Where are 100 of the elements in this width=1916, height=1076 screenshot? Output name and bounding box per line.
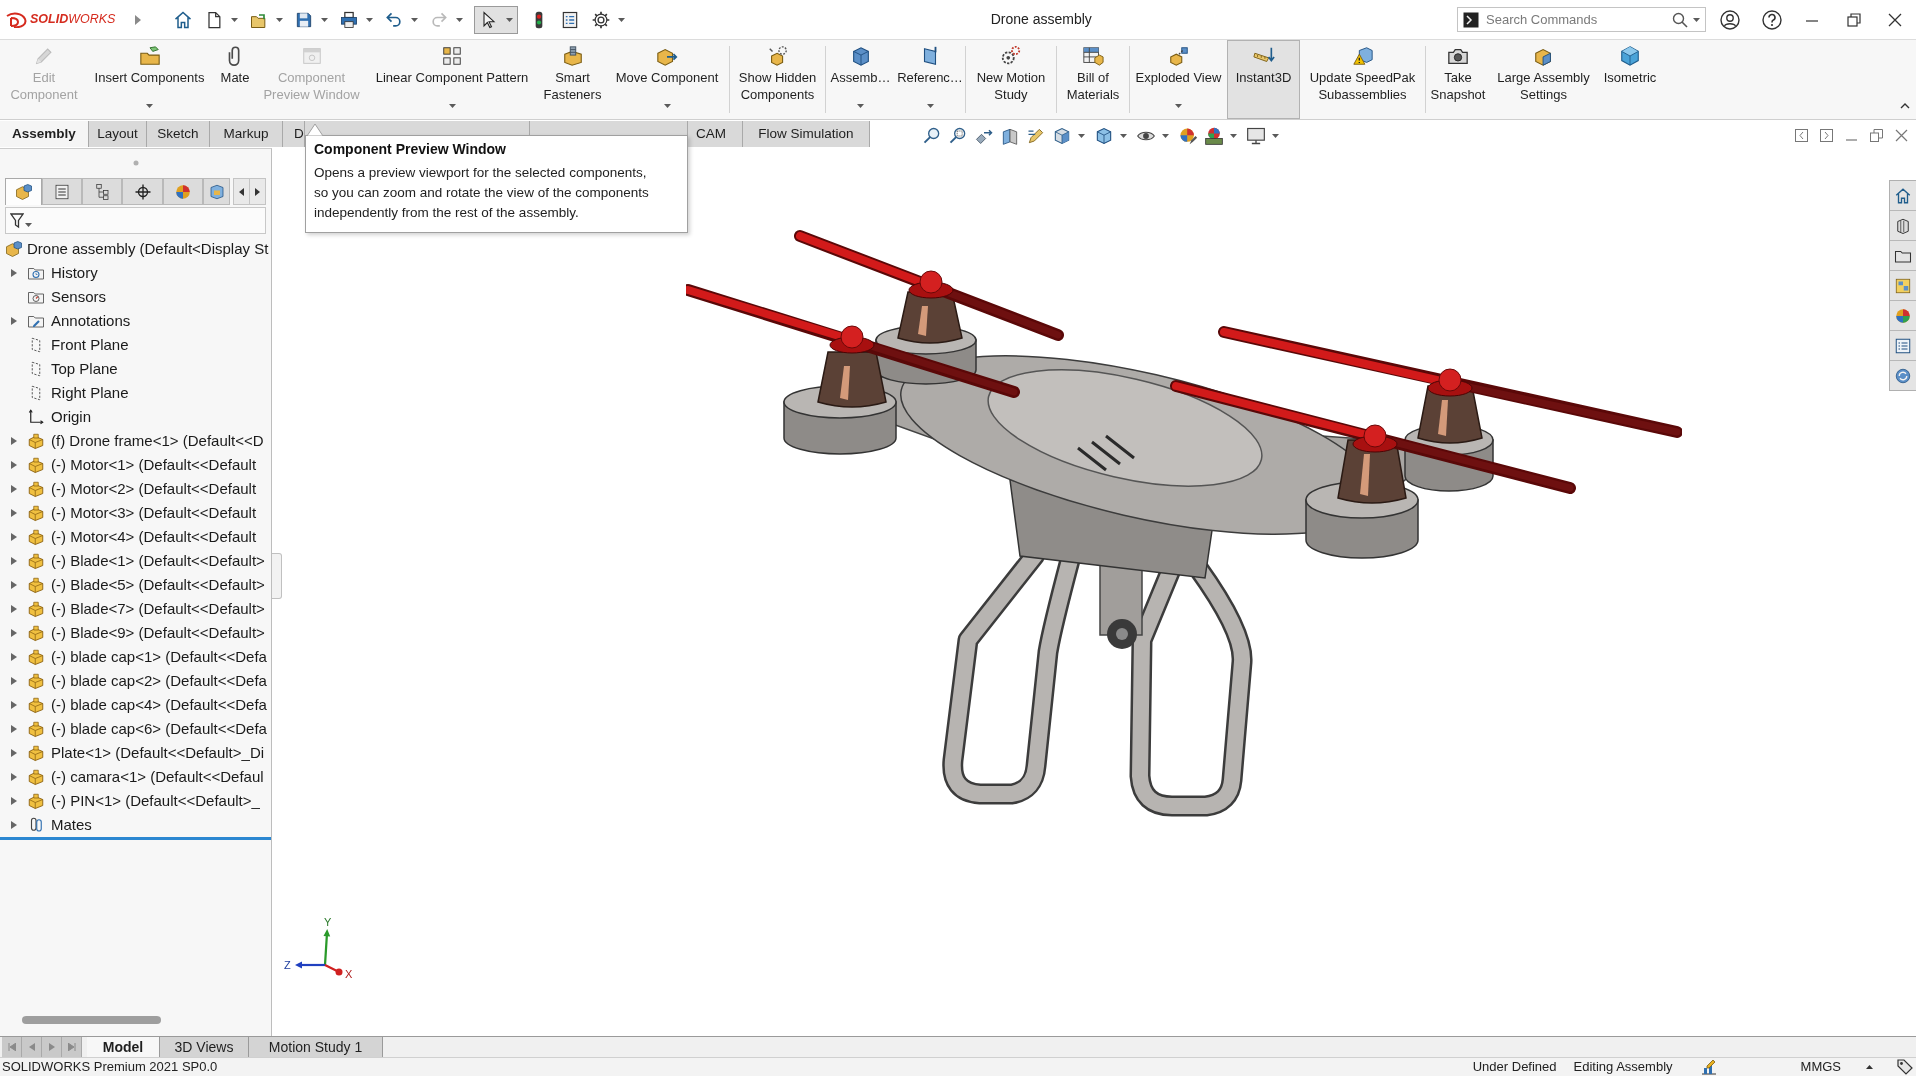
expand-arrow-icon[interactable] bbox=[11, 821, 17, 829]
palette-squares-icon[interactable] bbox=[1894, 276, 1912, 295]
scrollbar-thumb[interactable] bbox=[22, 1016, 161, 1024]
chevron-up-icon[interactable] bbox=[1900, 103, 1910, 109]
tree-item[interactable]: (-) blade cap<2> (Default<<Defa bbox=[0, 669, 271, 693]
command-button[interactable]: Referenc… bbox=[895, 40, 965, 119]
splitter-grip-icon[interactable] bbox=[132, 160, 139, 166]
panel-tab[interactable] bbox=[122, 178, 163, 205]
filter-field[interactable] bbox=[5, 207, 266, 234]
tree-item[interactable]: (-) PIN<1> (Default<<Default>_ bbox=[0, 789, 271, 813]
expand-arrow-icon[interactable] bbox=[11, 581, 17, 589]
shaded-cube-icon[interactable] bbox=[1094, 126, 1114, 146]
tree-item[interactable]: (-) camara<1> (Default<<Defaul bbox=[0, 765, 271, 789]
command-button[interactable]: Linear Component Pattern bbox=[364, 40, 540, 119]
caret-icon[interactable] bbox=[276, 17, 284, 22]
tab-scroll-button[interactable] bbox=[233, 178, 250, 205]
expand-arrow-icon[interactable] bbox=[11, 533, 17, 541]
pencil-lines-icon[interactable] bbox=[1026, 126, 1046, 146]
caret-icon[interactable] bbox=[411, 17, 419, 22]
tree-item[interactable]: Annotations bbox=[0, 309, 271, 333]
expand-arrow-icon[interactable] bbox=[11, 725, 17, 733]
tree-item[interactable]: (-) blade cap<4> (Default<<Defa bbox=[0, 693, 271, 717]
caret-icon[interactable] bbox=[1272, 134, 1279, 138]
tree-item[interactable]: (-) Motor<2> (Default<<Default bbox=[0, 477, 271, 501]
command-button[interactable]: Smart Fasteners bbox=[540, 40, 605, 119]
ribbon-tab[interactable]: Flow Simulation bbox=[743, 121, 870, 147]
expand-arrow-icon[interactable] bbox=[11, 605, 17, 613]
expand-arrow-icon[interactable] bbox=[11, 461, 17, 469]
ribbon-tab[interactable]: Markup bbox=[210, 121, 283, 147]
expand-arrow-icon[interactable] bbox=[11, 653, 17, 661]
panel-tab[interactable] bbox=[163, 178, 203, 205]
command-button[interactable]: Show Hidden Components bbox=[730, 40, 825, 119]
tree-item[interactable]: Top Plane bbox=[0, 357, 271, 381]
tree-item[interactable]: History bbox=[0, 261, 271, 285]
expand-arrow-icon[interactable] bbox=[11, 557, 17, 565]
tree-item[interactable]: (-) Blade<1> (Default<<Default> bbox=[0, 549, 271, 573]
color-wheel-icon[interactable] bbox=[1894, 306, 1912, 325]
search-icon[interactable] bbox=[1672, 11, 1688, 28]
tree-item[interactable]: Mates bbox=[0, 813, 271, 837]
tree-item[interactable]: Plate<1> (Default<<Default>_Di bbox=[0, 741, 271, 765]
tile-left-icon[interactable] bbox=[1795, 129, 1808, 142]
tag-icon[interactable] bbox=[1897, 1059, 1913, 1075]
tree-item[interactable]: (-) Motor<1> (Default<<Default bbox=[0, 453, 271, 477]
caret-icon[interactable] bbox=[1120, 134, 1127, 138]
house-icon[interactable] bbox=[173, 9, 194, 30]
settings-icon[interactable] bbox=[591, 9, 612, 30]
caret-icon[interactable] bbox=[231, 17, 239, 22]
refresh-globe-icon[interactable] bbox=[1894, 366, 1912, 385]
tree-item[interactable]: Drone assembly (Default<Display St bbox=[0, 237, 271, 261]
user-icon[interactable] bbox=[1720, 9, 1740, 30]
command-button[interactable]: Isometric bbox=[1597, 40, 1663, 119]
caret-icon[interactable] bbox=[321, 17, 329, 22]
command-button[interactable]: Move Component bbox=[605, 40, 729, 119]
tree-item[interactable]: (-) Blade<5> (Default<<Default> bbox=[0, 573, 271, 597]
document-tab[interactable]: 3D Views bbox=[160, 1037, 249, 1057]
pointer-button[interactable] bbox=[474, 5, 519, 34]
units-selector[interactable]: MMGS bbox=[1800, 1057, 1841, 1076]
tree-item[interactable]: (-) Blade<9> (Default<<Default> bbox=[0, 621, 271, 645]
expand-arrow-icon[interactable] bbox=[11, 773, 17, 781]
tree-item[interactable]: (-) Motor<3> (Default<<Default bbox=[0, 501, 271, 525]
house-icon[interactable] bbox=[1894, 186, 1912, 205]
ribbon-tab[interactable]: D bbox=[283, 121, 305, 147]
command-button[interactable]: Instant3D bbox=[1227, 40, 1300, 119]
caret-icon[interactable] bbox=[506, 17, 514, 22]
monitor-icon[interactable] bbox=[1246, 126, 1266, 146]
close-icon[interactable] bbox=[1888, 12, 1902, 27]
color-ball-scene-icon[interactable] bbox=[1204, 126, 1224, 146]
expand-arrow-icon[interactable] bbox=[11, 485, 17, 493]
expand-arrow-icon[interactable] bbox=[11, 797, 17, 805]
expand-arrow-icon[interactable] bbox=[11, 629, 17, 637]
zoom-icon[interactable] bbox=[922, 126, 942, 146]
command-button[interactable]: Exploded View bbox=[1130, 40, 1227, 119]
tree-item[interactable]: (f) Drone frame<1> (Default<<D bbox=[0, 429, 271, 453]
tree-item[interactable]: (-) blade cap<6> (Default<<Defa bbox=[0, 717, 271, 741]
restore-icon[interactable] bbox=[1847, 12, 1861, 27]
caret-icon[interactable] bbox=[366, 17, 374, 22]
ribbon-tab[interactable]: Assembly bbox=[0, 121, 89, 147]
tile-right-icon[interactable] bbox=[1820, 129, 1833, 142]
expand-arrow-icon[interactable] bbox=[11, 269, 17, 277]
tree-item[interactable]: (-) Blade<7> (Default<<Default> bbox=[0, 597, 271, 621]
expand-arrow-icon[interactable] bbox=[11, 509, 17, 517]
view-cube-icon[interactable] bbox=[1052, 126, 1072, 146]
document-tab[interactable]: Motion Study 1 bbox=[249, 1037, 383, 1057]
caret-icon[interactable] bbox=[618, 17, 626, 22]
command-button[interactable]: Bill of Materials bbox=[1057, 40, 1129, 119]
command-button[interactable]: Large Assembly Settings bbox=[1490, 40, 1597, 119]
caret-icon[interactable] bbox=[1230, 134, 1237, 138]
printer-icon[interactable] bbox=[339, 9, 360, 30]
expand-arrow-icon[interactable] bbox=[11, 749, 17, 757]
ribbon-tab[interactable]: CAM bbox=[688, 121, 743, 147]
tree-item[interactable]: (-) blade cap<1> (Default<<Defa bbox=[0, 645, 271, 669]
cylinder-icon[interactable] bbox=[1894, 216, 1912, 235]
expand-arrow-icon[interactable] bbox=[11, 317, 17, 325]
zoom-box-icon[interactable] bbox=[948, 126, 968, 146]
command-button[interactable]: Assemb… bbox=[826, 40, 895, 119]
pencil-chart-icon[interactable] bbox=[1700, 1059, 1717, 1075]
caret-icon[interactable] bbox=[1162, 134, 1169, 138]
document-tab[interactable]: Model bbox=[87, 1037, 160, 1057]
splitter-handle[interactable] bbox=[272, 553, 282, 599]
command-button[interactable]: Update SpeedPak Subassemblies bbox=[1300, 40, 1425, 119]
